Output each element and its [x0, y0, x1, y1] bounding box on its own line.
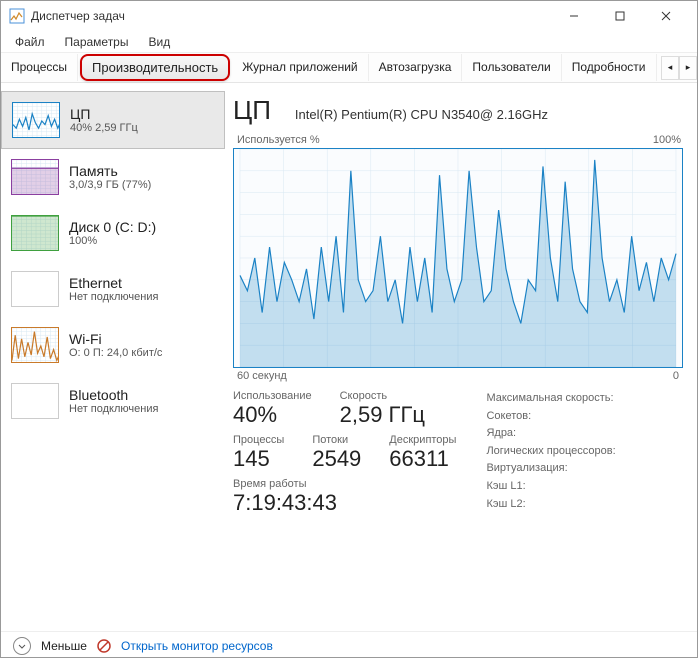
disk-mini-chart: [11, 215, 59, 251]
task-manager-window: Диспетчер задач Файл Параметры Вид Проце…: [0, 0, 698, 658]
menubar: Файл Параметры Вид: [1, 31, 697, 53]
open-resmon-link[interactable]: Открыть монитор ресурсов: [121, 639, 273, 653]
resmon-icon: [97, 639, 111, 653]
sidebar: ЦП 40% 2,59 ГГц Память 3,0/3,9 ГБ (77%): [1, 83, 225, 631]
close-button[interactable]: [643, 1, 689, 31]
stat-handles: Дескрипторы 66311: [389, 434, 456, 472]
menu-options[interactable]: Параметры: [55, 33, 139, 51]
chart-bottom-labels: 60 секунд 0: [237, 370, 679, 382]
tabs: Процессы Производительность Журнал прило…: [1, 53, 697, 83]
memory-mini-chart: [11, 159, 59, 195]
chart-top-labels: Используется % 100%: [237, 134, 681, 146]
app-icon: [9, 8, 25, 24]
cpu-model: Intel(R) Pentium(R) CPU N3540@ 2.16GHz: [295, 107, 548, 122]
sidebar-item-sub: 40% 2,59 ГГц: [70, 122, 138, 134]
sidebar-item-text: ЦП 40% 2,59 ГГц: [70, 106, 138, 134]
maximize-button[interactable]: [597, 1, 643, 31]
window-title: Диспетчер задач: [31, 9, 551, 23]
stat-speed: Скорость 2,59 ГГц: [340, 390, 425, 428]
footer: Меньше Открыть монитор ресурсов: [1, 631, 697, 659]
sidebar-item-ethernet[interactable]: Ethernet Нет подключения: [1, 261, 225, 317]
stats-right: Максимальная скорость: Сокетов: Ядра: Ло…: [486, 390, 646, 516]
menu-view[interactable]: Вид: [138, 33, 180, 51]
body: ЦП 40% 2,59 ГГц Память 3,0/3,9 ГБ (77%): [1, 83, 697, 631]
stat-usage: Использование 40%: [233, 390, 312, 428]
tab-startup[interactable]: Автозагрузка: [369, 54, 463, 81]
page-title: ЦП: [233, 95, 271, 126]
tab-scroll: ◂ ▸: [661, 56, 697, 80]
tab-users[interactable]: Пользователи: [462, 54, 561, 81]
stat-processes: Процессы 145: [233, 434, 284, 472]
sidebar-item-bluetooth[interactable]: Bluetooth Нет подключения: [1, 373, 225, 429]
titlebar: Диспетчер задач: [1, 1, 697, 31]
window-controls: [551, 1, 689, 31]
main-panel: ЦП Intel(R) Pentium(R) CPU N3540@ 2.16GH…: [225, 83, 697, 631]
sidebar-item-cpu[interactable]: ЦП 40% 2,59 ГГц: [1, 91, 225, 149]
cpu-usage-chart: [233, 148, 683, 368]
stats: Использование 40% Скорость 2,59 ГГц Проц…: [233, 390, 683, 516]
cpu-mini-chart: [12, 102, 60, 138]
tab-apphistory[interactable]: Журнал приложений: [232, 54, 368, 81]
menu-file[interactable]: Файл: [5, 33, 55, 51]
tab-processes[interactable]: Процессы: [1, 54, 78, 81]
sidebar-item-memory[interactable]: Память 3,0/3,9 ГБ (77%): [1, 149, 225, 205]
tab-scroll-right[interactable]: ▸: [679, 56, 697, 80]
sidebar-item-label: ЦП: [70, 106, 138, 122]
sidebar-item-disk[interactable]: Диск 0 (C: D:) 100%: [1, 205, 225, 261]
main-header: ЦП Intel(R) Pentium(R) CPU N3540@ 2.16GH…: [233, 95, 683, 126]
sidebar-item-wifi[interactable]: Wi-Fi О: 0 П: 24,0 кбит/с: [1, 317, 225, 373]
bluetooth-mini-chart: [11, 383, 59, 419]
stat-uptime: Время работы 7:19:43:43: [233, 478, 456, 516]
collapse-icon[interactable]: [13, 637, 31, 655]
stat-threads: Потоки 2549: [312, 434, 361, 472]
tab-scroll-left[interactable]: ◂: [661, 56, 679, 80]
less-button[interactable]: Меньше: [41, 639, 87, 653]
tab-performance[interactable]: Производительность: [80, 54, 230, 81]
wifi-mini-chart: [11, 327, 59, 363]
minimize-button[interactable]: [551, 1, 597, 31]
tab-details[interactable]: Подробности: [562, 54, 657, 81]
ethernet-mini-chart: [11, 271, 59, 307]
